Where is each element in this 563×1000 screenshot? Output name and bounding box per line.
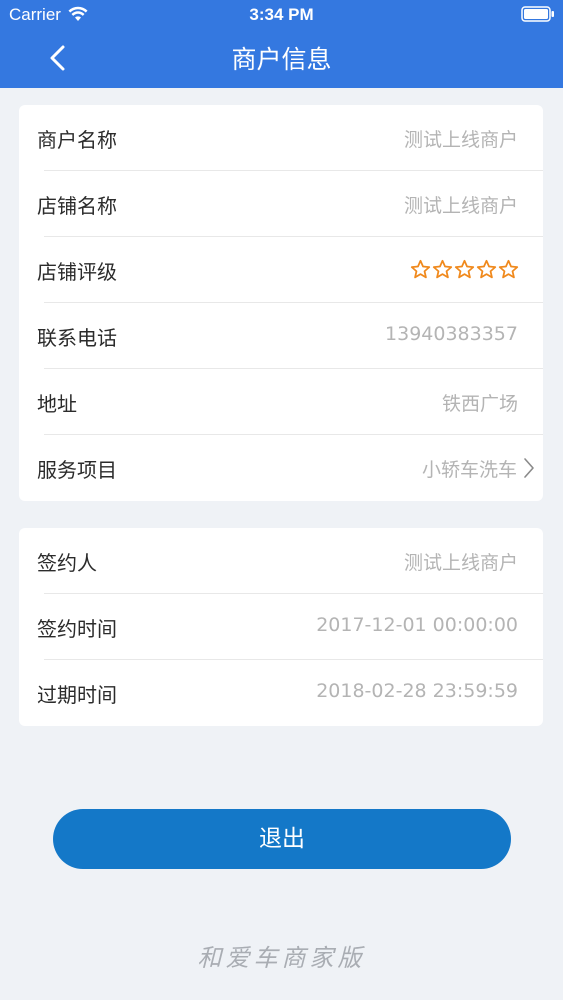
row-label: 签约时间 [37, 617, 117, 641]
star-outline-icon [454, 259, 475, 279]
phone-value: 13940383357 [385, 323, 518, 345]
row-label: 过期时间 [37, 683, 117, 707]
address-row: 地址 铁西广场 [19, 369, 543, 435]
expire-time-row: 过期时间 2018-02-28 23:59:59 [19, 660, 543, 726]
nav-bar: 商户信息 [0, 30, 563, 88]
star-outline-icon [410, 259, 431, 279]
row-label: 店铺评级 [37, 260, 117, 284]
signer-value: 测试上线商户 [403, 552, 518, 574]
address-value: 铁西广场 [441, 393, 518, 415]
sign-time-row: 签约时间 2017-12-01 00:00:00 [19, 594, 543, 660]
merchant-info-card: 商户名称 测试上线商户 店铺名称 测试上线商户 店铺评级 联系电话 139403… [19, 105, 543, 501]
footer-brand: 和爱车商家版 [197, 944, 366, 972]
star-outline-icon [498, 259, 519, 279]
row-label: 商户名称 [37, 128, 117, 152]
status-time: 3:34 PM [249, 5, 314, 24]
rating-stars [410, 259, 519, 280]
service-items-row[interactable]: 服务项目 小轿车洗车 [19, 435, 543, 501]
shop-name-row: 店铺名称 测试上线商户 [19, 171, 543, 237]
logout-button[interactable]: 退出 [53, 809, 511, 869]
shop-rating-row: 店铺评级 [19, 237, 543, 303]
page-title: 商户信息 [231, 45, 332, 74]
row-label: 地址 [37, 392, 77, 416]
star-outline-icon [432, 259, 453, 279]
signer-row: 签约人 测试上线商户 [19, 528, 543, 594]
row-label: 服务项目 [37, 458, 117, 482]
contract-info-card: 签约人 测试上线商户 签约时间 2017-12-01 00:00:00 过期时间… [19, 528, 543, 726]
row-label: 店铺名称 [37, 194, 117, 218]
merchant-name-value: 测试上线商户 [403, 129, 518, 151]
row-label: 联系电话 [37, 326, 117, 350]
star-outline-icon [476, 259, 497, 279]
status-bar: Carrier 3:34 PM [0, 0, 563, 30]
shop-name-value: 测试上线商户 [403, 195, 518, 217]
service-items-value: 小轿车洗车 [421, 459, 517, 481]
battery-icon [521, 6, 554, 22]
merchant-name-row: 商户名称 测试上线商户 [19, 105, 543, 171]
chevron-right-icon [524, 458, 534, 478]
phone-row: 联系电话 13940383357 [19, 303, 543, 369]
header: Carrier 3:34 PM 商户信息 [0, 0, 563, 88]
sign-time-value: 2017-12-01 00:00:00 [316, 614, 518, 636]
row-label: 签约人 [37, 551, 97, 575]
expire-time-value: 2018-02-28 23:59:59 [316, 680, 518, 702]
